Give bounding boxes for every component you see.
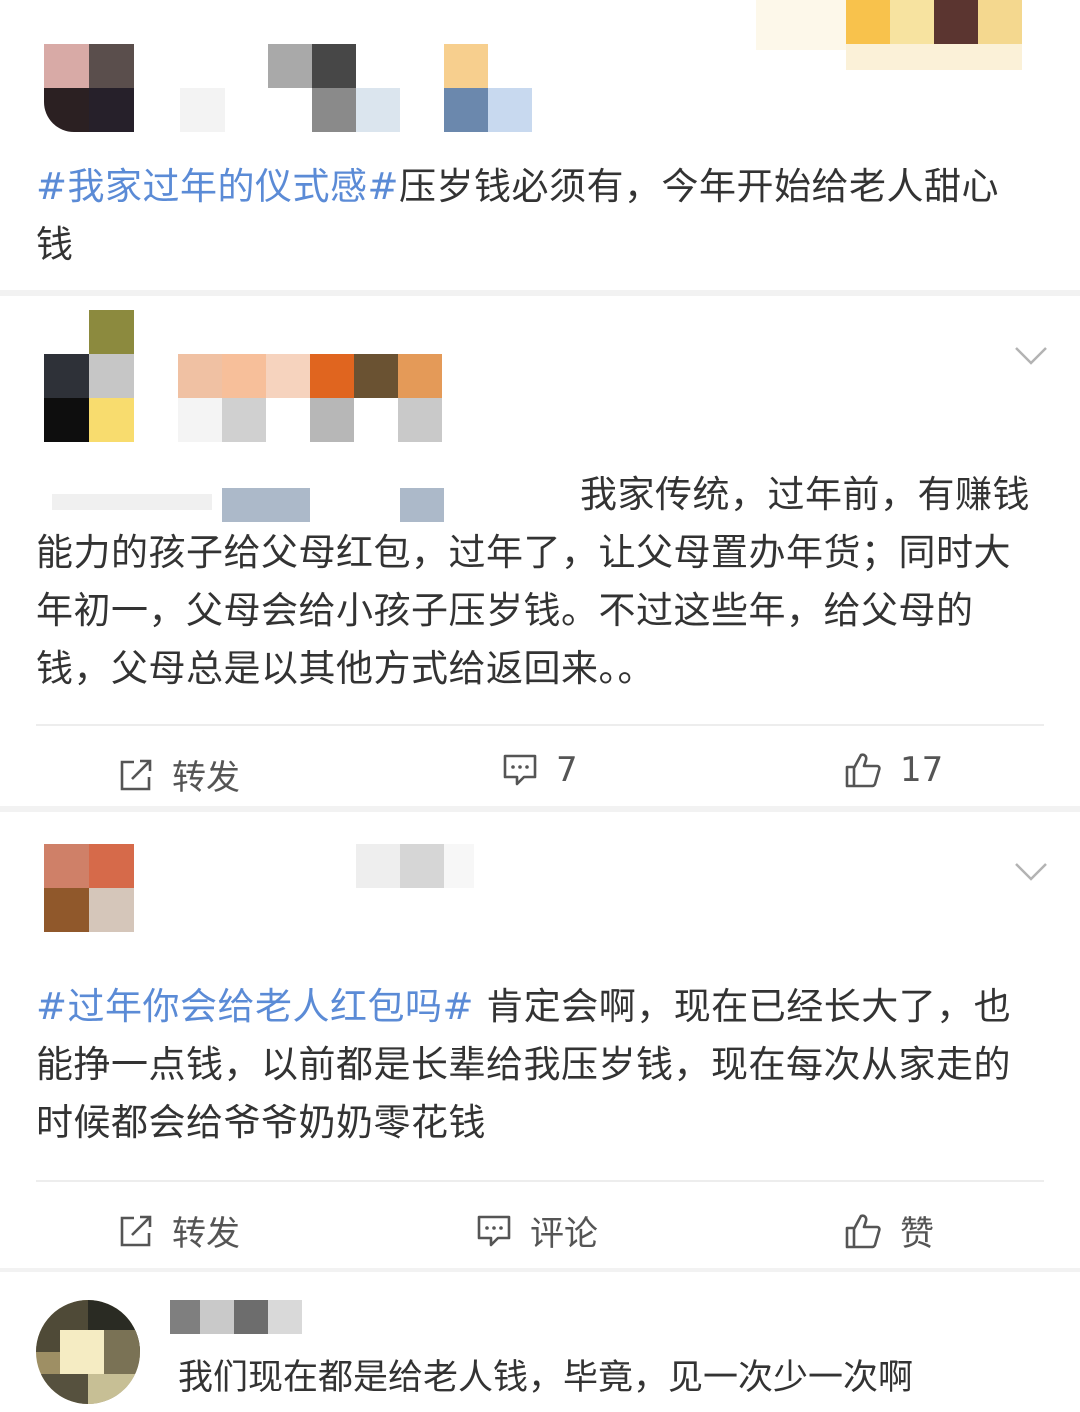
post-3-text: #过年你会给老人红包吗# 肯定会啊，现在已经长大了，也能挣一点钱，以前都是长辈给… (36, 978, 1032, 1152)
avatar[interactable] (44, 44, 134, 132)
hashtag-link[interactable]: #我家过年的仪式感# (36, 165, 399, 208)
comment-button[interactable]: 评论 (476, 1206, 598, 1255)
avatar[interactable] (44, 310, 134, 444)
comment-label: 评论 (530, 1214, 598, 1254)
like-button[interactable]: 赞 (844, 1206, 934, 1255)
repost-icon (120, 1215, 152, 1246)
repost-label: 转发 (172, 758, 240, 798)
comment-text: 我们现在都是给老人钱，毕竟，见一次少一次啊 (178, 1358, 914, 1398)
blurred-image (756, 0, 1036, 70)
section-divider (0, 806, 1080, 812)
username-blurred[interactable] (356, 844, 486, 888)
comment-icon (477, 1215, 511, 1246)
comment-button[interactable]: 7 (502, 750, 578, 790)
section-divider (0, 1268, 1080, 1272)
divider (36, 724, 1044, 726)
post-1-text: #我家过年的仪式感#压岁钱必须有，今年开始给老人甜心钱 (36, 158, 1032, 274)
username-blurred[interactable] (180, 44, 540, 134)
repost-button[interactable]: 转发 (118, 750, 240, 799)
hashtag-link[interactable]: #过年你会给老人红包吗# (36, 985, 474, 1028)
like-button[interactable]: 17 (844, 750, 943, 790)
username-blurred[interactable] (170, 1300, 320, 1334)
comment-count: 7 (556, 750, 578, 790)
section-divider (0, 290, 1080, 296)
avatar[interactable] (44, 844, 134, 932)
post-2-text: 我家传统，过年前，有赚钱能力的孩子给父母红包，过年了，让父母置办年货；同时大年初… (36, 466, 1032, 698)
username-blurred[interactable] (178, 354, 538, 444)
repost-button[interactable]: 转发 (118, 1206, 240, 1255)
post-text-body: 我家传统，过年前，有赚钱能力的孩子给父母红包，过年了，让父母置办年货；同时大年初… (36, 473, 1030, 690)
like-count: 17 (900, 750, 944, 790)
avatar[interactable] (36, 1300, 140, 1404)
divider (36, 1180, 1044, 1182)
chevron-down-icon[interactable] (1014, 862, 1048, 882)
comment-icon (503, 754, 537, 786)
repost-label: 转发 (172, 1214, 240, 1254)
thumbs-up-icon (845, 1213, 881, 1248)
thumbs-up-icon (845, 753, 881, 788)
chevron-down-icon[interactable] (1014, 346, 1048, 366)
like-label: 赞 (900, 1214, 934, 1254)
repost-icon (120, 759, 152, 790)
